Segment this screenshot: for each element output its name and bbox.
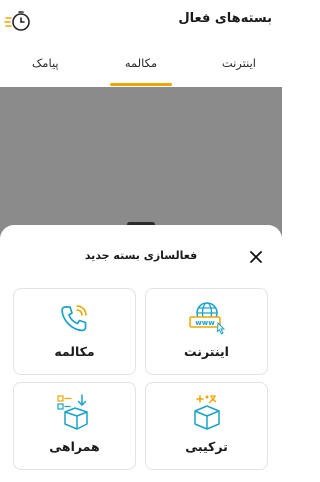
phone-call-icon bbox=[60, 305, 87, 332]
gift-box-icon bbox=[193, 395, 220, 430]
svg-text:www: www bbox=[195, 319, 215, 327]
option-card-call[interactable]: مکالمه bbox=[13, 288, 136, 375]
option-card-companion[interactable]: همراهی bbox=[13, 382, 136, 470]
tab-sms[interactable]: پیامک bbox=[32, 56, 59, 70]
box-checklist-icon bbox=[56, 394, 88, 430]
option-label-combined: ترکیبی bbox=[185, 439, 228, 454]
page-title: بسته‌های فعال bbox=[178, 11, 272, 26]
tab-internet[interactable]: اینترنت bbox=[222, 56, 256, 70]
app-header: بسته‌های فعال bbox=[0, 0, 282, 42]
tab-call[interactable]: مکالمه bbox=[118, 56, 164, 70]
tab-bar: اینترنت مکالمه پیامک bbox=[0, 42, 282, 87]
bottom-sheet: فعالسازی بسته جدید www اینترنت مکالمه تر… bbox=[0, 225, 282, 482]
clock-history-icon[interactable] bbox=[4, 8, 32, 34]
option-label-call: مکالمه bbox=[54, 344, 95, 359]
close-icon[interactable] bbox=[248, 249, 264, 265]
tab-active-indicator bbox=[110, 83, 172, 86]
sheet-title: فعالسازی بسته جدید bbox=[84, 249, 198, 262]
option-card-internet[interactable]: www اینترنت bbox=[145, 288, 268, 375]
option-card-combined[interactable]: ترکیبی bbox=[145, 382, 268, 470]
globe-www-icon: www bbox=[188, 302, 225, 335]
option-label-companion: همراهی bbox=[49, 439, 100, 454]
option-label-internet: اینترنت bbox=[184, 344, 229, 359]
